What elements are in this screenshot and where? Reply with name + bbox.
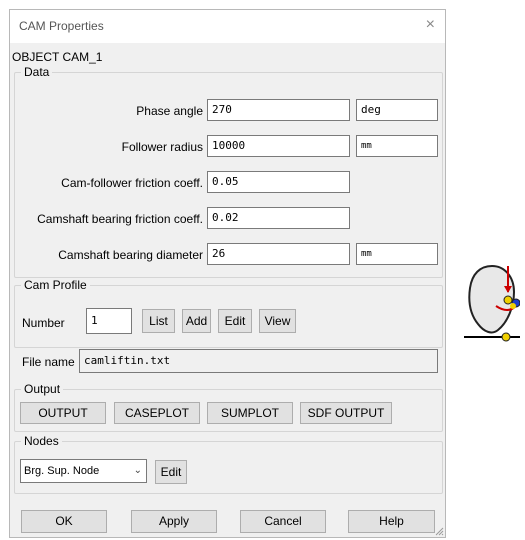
bearing-friction-label: Camshaft bearing friction coeff.: [37, 212, 203, 226]
view-button[interactable]: View: [259, 309, 296, 333]
bearing-diameter-label: Camshaft bearing diameter: [58, 248, 203, 262]
title-bar: CAM Properties ×: [10, 10, 445, 43]
output-button[interactable]: OUTPUT: [20, 402, 106, 424]
cancel-button[interactable]: Cancel: [240, 510, 326, 533]
friction-coeff-label: Cam-follower friction coeff.: [61, 176, 203, 190]
sdf-output-button[interactable]: SDF OUTPUT: [300, 402, 392, 424]
sumplot-button[interactable]: SUMPLOT: [207, 402, 293, 424]
ok-button[interactable]: OK: [21, 510, 107, 533]
follower-radius-label: Follower radius: [121, 140, 203, 154]
file-name-input[interactable]: camliftin.txt: [79, 349, 438, 373]
file-name-label: File name: [22, 355, 75, 369]
nodes-legend: Nodes: [24, 434, 59, 448]
object-label: OBJECT CAM_1: [12, 50, 103, 64]
cam-profile-legend: Cam Profile: [24, 278, 87, 292]
node-select[interactable]: Brg. Sup. Node ⌄: [20, 459, 147, 483]
bearing-friction-input[interactable]: 0.02: [207, 207, 350, 229]
cam-properties-dialog: CAM Properties × OBJECT CAM_1 Data Phase…: [9, 9, 446, 538]
phase-angle-unit[interactable]: deg: [356, 99, 438, 121]
data-group-legend: Data: [24, 65, 50, 79]
phase-angle-input[interactable]: 270: [207, 99, 350, 121]
window-title: CAM Properties: [19, 19, 104, 33]
friction-coeff-input[interactable]: 0.05: [207, 171, 350, 193]
caseplot-button[interactable]: CASEPLOT: [114, 402, 200, 424]
follower-radius-unit[interactable]: mm: [356, 135, 438, 157]
output-legend: Output: [24, 382, 61, 396]
resize-grip-icon[interactable]: [434, 526, 444, 536]
add-button[interactable]: Add: [182, 309, 211, 333]
number-label: Number: [22, 316, 65, 330]
help-button[interactable]: Help: [348, 510, 435, 533]
nodes-edit-button[interactable]: Edit: [155, 460, 187, 484]
bearing-diameter-input[interactable]: 26: [207, 243, 350, 265]
list-button[interactable]: List: [142, 309, 175, 333]
node-select-value: Brg. Sup. Node: [24, 465, 100, 477]
close-icon[interactable]: ×: [426, 16, 435, 34]
phase-angle-label: Phase angle: [136, 104, 203, 118]
bearing-diameter-unit[interactable]: mm: [356, 243, 438, 265]
cam-follower-diagram-icon: [464, 264, 520, 342]
edit-profile-button[interactable]: Edit: [218, 309, 252, 333]
chevron-down-icon[interactable]: ⌄: [134, 464, 142, 478]
follower-radius-input[interactable]: 10000: [207, 135, 350, 157]
profile-number-input[interactable]: 1: [86, 308, 132, 334]
apply-button[interactable]: Apply: [131, 510, 217, 533]
